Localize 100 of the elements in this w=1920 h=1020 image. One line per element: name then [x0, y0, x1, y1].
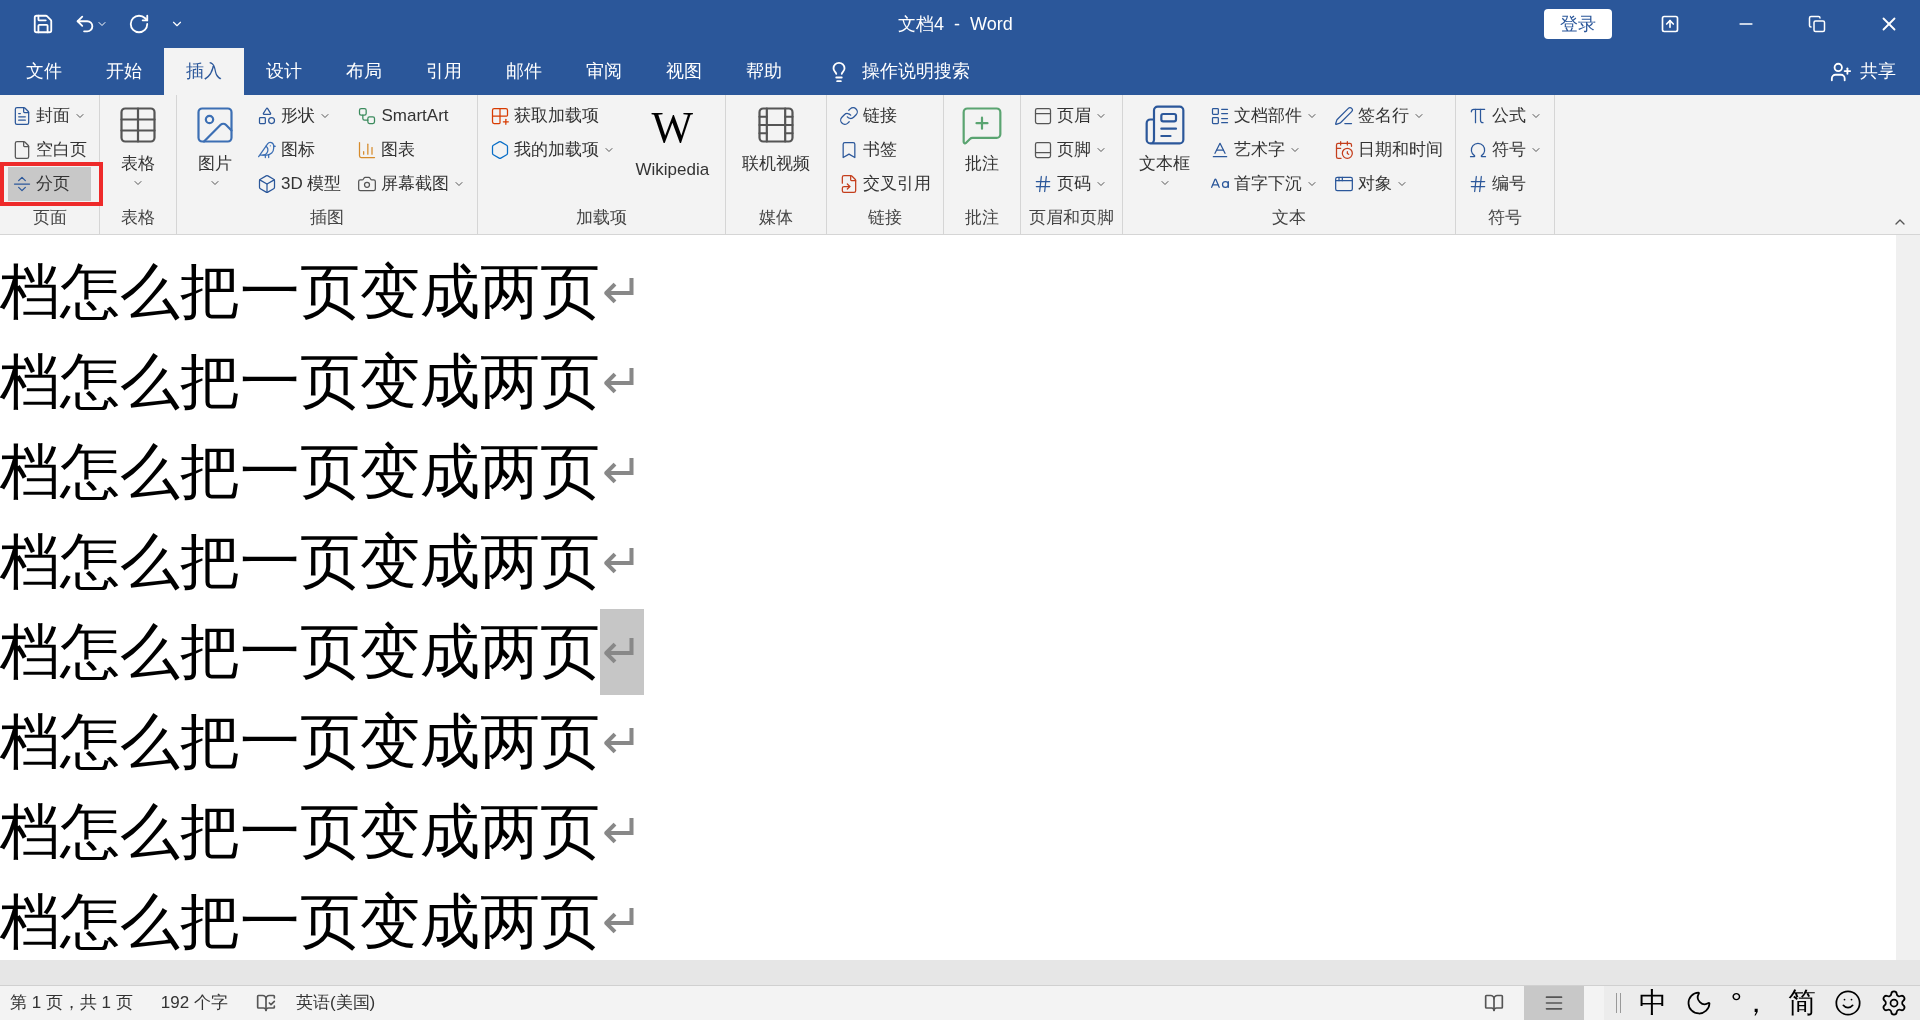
- ribbon-icon: [257, 140, 277, 160]
- book-icon: [1483, 993, 1504, 1013]
- ribbon-button[interactable]: 页脚: [1029, 133, 1112, 167]
- group-label: 符号: [1487, 206, 1524, 229]
- window-title: 文档4 - Word: [898, 12, 1014, 36]
- ribbon-icon: [12, 140, 32, 160]
- paragraph-mark: ↵: [601, 264, 643, 320]
- ribbon-tab[interactable]: 设计: [244, 48, 324, 95]
- ribbon-button[interactable]: 图标: [253, 133, 346, 167]
- share-button[interactable]: 共享: [1860, 58, 1896, 85]
- restore-icon[interactable]: [1808, 15, 1826, 33]
- paragraph-mark: ↵: [601, 444, 643, 500]
- group-label: 媒体: [758, 206, 795, 229]
- ribbon-button[interactable]: 对象: [1330, 167, 1448, 201]
- redo-icon[interactable]: [128, 13, 150, 35]
- ribbon-button[interactable]: 图片: [185, 99, 245, 199]
- ribbon-button[interactable]: 联机视频: [734, 99, 819, 199]
- settings-icon[interactable]: [1880, 989, 1908, 1017]
- ribbon-button[interactable]: 图表: [353, 133, 470, 167]
- ribbon-icon: [357, 140, 378, 160]
- ribbon-icon: [839, 106, 860, 126]
- ribbon-icon: [257, 174, 277, 194]
- paragraph-mark: ↵: [601, 354, 643, 410]
- save-icon[interactable]: [32, 13, 54, 35]
- ribbon-icon: [1033, 106, 1054, 126]
- ribbon-icon: [12, 174, 32, 194]
- page-count[interactable]: 第 1 页，共 1 页: [10, 990, 133, 1016]
- ime-punct-button[interactable]: °，: [1730, 982, 1770, 1020]
- ribbon-tab[interactable]: 审阅: [564, 48, 644, 95]
- ime-script-button[interactable]: 简: [1788, 982, 1816, 1020]
- ribbon-button[interactable]: 符号: [1464, 133, 1547, 167]
- ribbon-tab[interactable]: 视图: [644, 48, 724, 95]
- page-lines-icon: [1543, 993, 1564, 1013]
- ribbon-icon: [1210, 106, 1231, 126]
- proofing-icon[interactable]: [255, 993, 276, 1013]
- ribbon-tab[interactable]: 邮件: [484, 48, 564, 95]
- ribbon-button[interactable]: 链接: [835, 99, 936, 133]
- ribbon-button[interactable]: 文本框: [1131, 99, 1199, 199]
- group-label: 链接: [867, 206, 904, 229]
- ribbon-icon: [1334, 140, 1355, 160]
- ribbon-icon: [1033, 140, 1054, 160]
- paragraph-mark: ↵: [600, 609, 644, 695]
- group-label: 插图: [309, 206, 346, 229]
- ribbon-button[interactable]: 封面: [8, 99, 91, 133]
- ribbon-button[interactable]: SmartArt: [353, 99, 470, 133]
- ribbon-button[interactable]: 页码: [1029, 167, 1112, 201]
- ribbon-icon: [357, 174, 378, 194]
- ribbon-button[interactable]: 表格: [108, 99, 168, 199]
- ribbon-button[interactable]: 获取加载项: [486, 99, 620, 133]
- ribbon-button[interactable]: 屏幕截图: [353, 167, 470, 201]
- ribbon-button[interactable]: 书签: [835, 133, 936, 167]
- ribbon-icon: [257, 106, 277, 126]
- ribbon-tab[interactable]: 文件: [4, 48, 84, 95]
- ribbon-button[interactable]: 3D 模型: [253, 167, 346, 201]
- paragraph-mark: ↵: [601, 534, 643, 590]
- ribbon-icon: [357, 106, 378, 126]
- group-label: 文本: [1271, 206, 1308, 229]
- toolbar-grip[interactable]: [1615, 993, 1621, 1013]
- ribbon-display-icon[interactable]: [1660, 14, 1680, 34]
- ribbon-button[interactable]: 空白页: [8, 133, 91, 167]
- ribbon-button[interactable]: 批注: [952, 99, 1013, 199]
- tell-me-search[interactable]: 操作说明搜索: [862, 58, 970, 85]
- ribbon-icon: [1468, 140, 1489, 160]
- ribbon-button[interactable]: 日期和时间: [1330, 133, 1448, 167]
- language-label[interactable]: 英语(美国): [295, 990, 376, 1016]
- ribbon-button[interactable]: 分页: [8, 167, 91, 201]
- paragraph-mark: ↵: [601, 714, 643, 770]
- ribbon-button[interactable]: 编号: [1464, 167, 1547, 201]
- print-layout-button[interactable]: [1523, 986, 1584, 1020]
- ribbon-button[interactable]: 形状: [253, 99, 346, 133]
- paragraph-mark: ↵: [601, 804, 643, 860]
- smiley-icon[interactable]: [1834, 989, 1862, 1017]
- ribbon-button[interactable]: 首字下沉: [1206, 167, 1323, 201]
- ribbon-tab[interactable]: 插入: [164, 48, 244, 95]
- group-label: 表格: [120, 206, 156, 229]
- group-label: 页面: [31, 206, 68, 229]
- group-label: 加载项: [575, 206, 629, 229]
- ribbon-button[interactable]: 我的加载项: [486, 133, 620, 167]
- ribbon-icon: [1334, 106, 1355, 126]
- ribbon-button[interactable]: 文档部件: [1206, 99, 1323, 133]
- ribbon-button[interactable]: 公式: [1464, 99, 1547, 133]
- ribbon-tab[interactable]: 引用: [404, 48, 484, 95]
- word-count[interactable]: 192 个字: [160, 990, 228, 1016]
- ribbon-tab[interactable]: 开始: [84, 48, 164, 95]
- ribbon-button[interactable]: 签名行: [1330, 99, 1448, 133]
- ribbon-tab[interactable]: 布局: [324, 48, 404, 95]
- ribbon-icon: [490, 106, 511, 126]
- ribbon-tab[interactable]: 帮助: [724, 48, 804, 95]
- paragraph-mark: ↵: [601, 894, 643, 950]
- undo-icon[interactable]: [74, 13, 96, 35]
- ribbon-button[interactable]: 交叉引用: [835, 167, 936, 201]
- ribbon-button[interactable]: 页眉: [1029, 99, 1112, 133]
- ribbon-icon: [1334, 174, 1355, 194]
- group-label: 页眉和页脚: [1029, 206, 1115, 229]
- ribbon-button[interactable]: W Wikipedia: [627, 99, 718, 199]
- ime-mode-button[interactable]: 中: [1638, 982, 1667, 1020]
- ribbon-icon: [490, 140, 511, 160]
- login-button[interactable]: 登录: [1544, 9, 1612, 39]
- ribbon-button[interactable]: 艺术字: [1206, 133, 1323, 167]
- ribbon-icon: [12, 106, 32, 126]
